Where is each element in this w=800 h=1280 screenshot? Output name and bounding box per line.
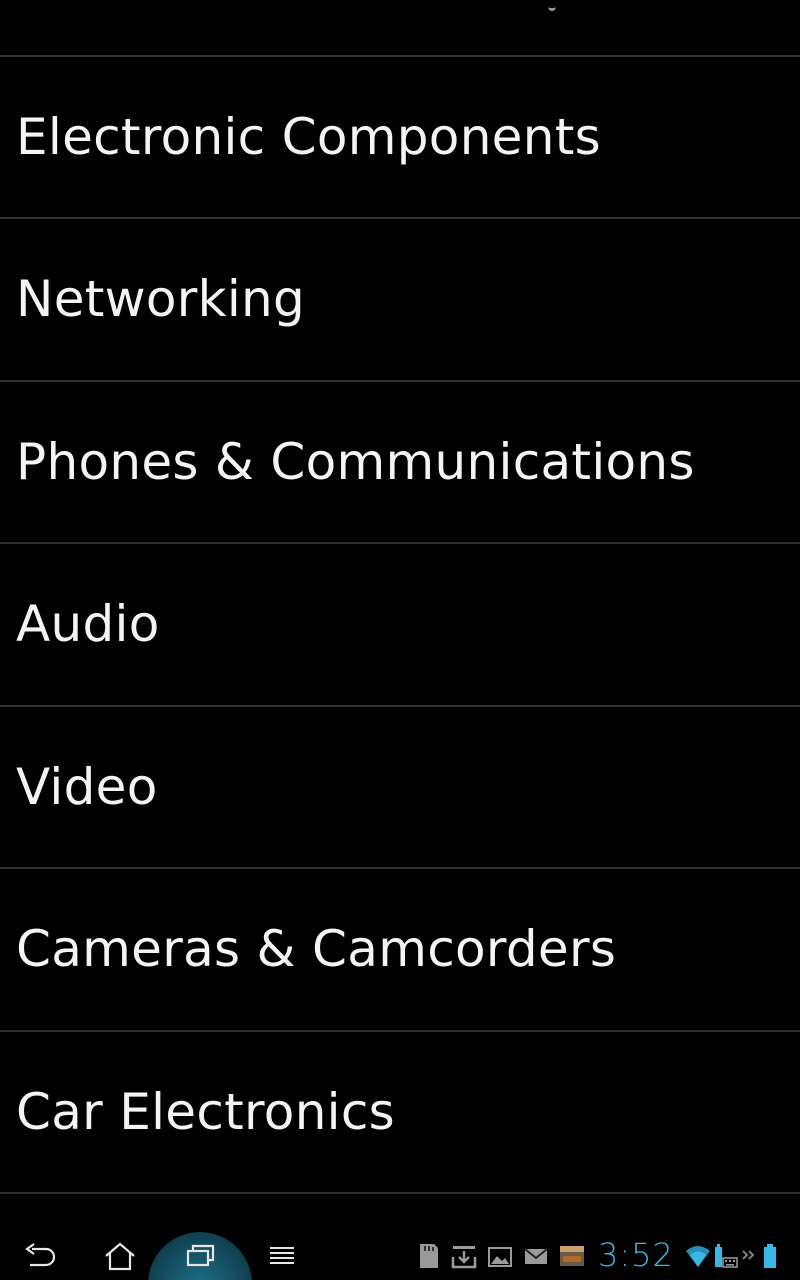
home-icon [105, 1242, 135, 1271]
list-item-label: Cameras & Camcorders [16, 920, 617, 978]
list-item-cameras-camcorders[interactable]: Cameras & Camcorders [0, 869, 800, 1029]
list-item-label: Networking [16, 270, 306, 328]
partial-list-item[interactable] [0, 1194, 800, 1232]
back-icon [25, 1243, 56, 1267]
list-item-label: Car Electronics [16, 1083, 396, 1141]
download-icon [451, 1246, 477, 1269]
amazon-app-icon [560, 1246, 584, 1266]
list-item-networking[interactable]: Networking [0, 219, 800, 379]
sd-card-icon [420, 1244, 438, 1268]
more-chevron-icon [742, 1250, 755, 1260]
notification-icons[interactable] [414, 1232, 586, 1280]
wifi-icon [686, 1246, 710, 1267]
recent-apps-button[interactable] [168, 1232, 232, 1280]
menu-button[interactable] [250, 1232, 314, 1280]
list-item-label: Audio [16, 595, 160, 653]
list-item-label: Electronic Components [16, 108, 601, 166]
category-list: Electronic Components Networking Phones … [0, 0, 800, 1232]
list-item-label: Phones & Communications [16, 433, 695, 491]
list-item-phones-communications[interactable]: Phones & Communications [0, 382, 800, 542]
battery-keyboard-icon [715, 1244, 738, 1268]
home-button[interactable] [88, 1232, 152, 1280]
list-item-audio[interactable]: Audio [0, 544, 800, 704]
battery-icon [764, 1244, 776, 1268]
partial-list-item[interactable] [0, 0, 800, 56]
list-item-label: Video [16, 758, 158, 816]
status-icons[interactable] [684, 1232, 780, 1280]
gallery-icon [488, 1247, 512, 1267]
recent-apps-icon [186, 1244, 215, 1267]
back-button[interactable] [8, 1232, 72, 1280]
email-icon [524, 1248, 548, 1264]
system-bar: 3:52 [0, 1232, 800, 1280]
list-item-electronic-components[interactable]: Electronic Components [0, 57, 800, 217]
list-item-video[interactable]: Video [0, 707, 800, 867]
partial-text-fragment [548, 0, 556, 11]
list-item-car-electronics[interactable]: Car Electronics [0, 1032, 800, 1192]
status-clock[interactable]: 3:52 [598, 1236, 674, 1274]
menu-icon [270, 1247, 294, 1264]
